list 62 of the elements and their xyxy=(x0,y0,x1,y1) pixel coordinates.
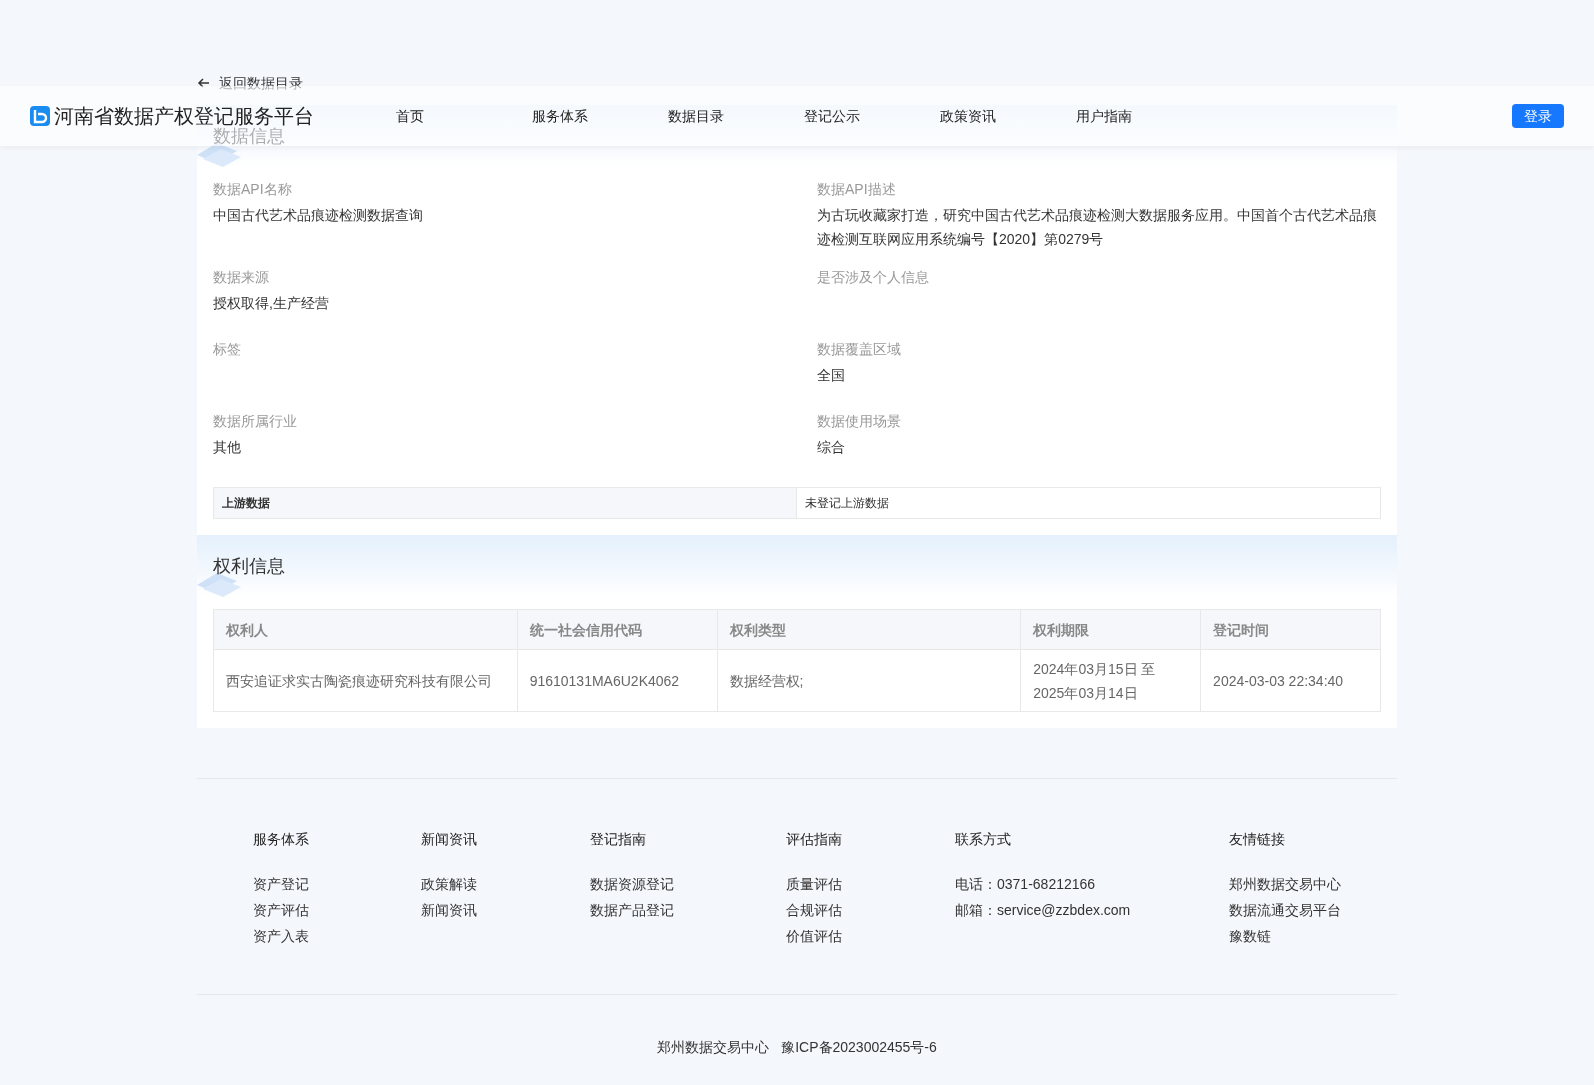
footer-link[interactable]: 资产评估 xyxy=(253,897,309,923)
column-header: 登记时间 xyxy=(1200,609,1381,650)
field-label: 是否涉及个人信息 xyxy=(817,268,929,287)
nav-link[interactable]: 服务体系 xyxy=(532,108,588,124)
footer-link[interactable]: 数据流通交易平台 xyxy=(1229,897,1341,923)
table-cell: 2024年03月15日 至 2025年03月14日 xyxy=(1020,649,1201,712)
field-value: 全国 xyxy=(817,366,845,385)
footer-link[interactable]: 政策解读 xyxy=(421,871,477,897)
footer-link[interactable]: 数据产品登记 xyxy=(590,897,674,923)
footer-link[interactable]: 邮箱：service@zzbdex.com xyxy=(955,897,1131,923)
field-label: 数据使用场景 xyxy=(817,412,901,431)
copyright-text: 郑州数据交易中心 xyxy=(657,1038,770,1057)
footer-link[interactable]: 电话：0371-68212166 xyxy=(955,871,1096,897)
back-link[interactable]: 返回数据目录 xyxy=(197,72,303,94)
footer-link[interactable]: 质量评估 xyxy=(786,871,842,897)
column-header: 统一社会信用代码 xyxy=(517,609,718,650)
nav-link[interactable]: 登记公示 xyxy=(804,108,860,124)
section-title: 数据信息 xyxy=(213,126,285,148)
nav-link[interactable]: 政策资讯 xyxy=(940,108,996,124)
logo-icon xyxy=(30,106,50,126)
footer-heading: 友情链接 xyxy=(1229,830,1285,849)
nav-link[interactable]: 首页 xyxy=(396,108,424,124)
footer-link[interactable]: 价值评估 xyxy=(786,923,842,949)
footer-link[interactable]: 合规评估 xyxy=(786,897,842,923)
footer-heading: 服务体系 xyxy=(253,830,309,849)
nav-link[interactable]: 数据目录 xyxy=(668,108,724,124)
footer-heading: 新闻资讯 xyxy=(421,830,477,849)
footer-link[interactable]: 资产入表 xyxy=(253,923,309,949)
field-label: 数据所属行业 xyxy=(213,412,297,431)
table-cell: 西安追证求实古陶瓷痕迹研究科技有限公司 xyxy=(213,649,518,712)
footer-heading: 登记指南 xyxy=(590,830,646,849)
table-cell: 91610131MA6U2K4062 xyxy=(517,649,718,712)
nav-link[interactable]: 用户指南 xyxy=(1076,108,1132,124)
field-value: 授权取得,生产经营 xyxy=(213,294,329,313)
login-button[interactable]: 登录 xyxy=(1512,104,1564,128)
back-arrow-icon xyxy=(197,76,211,90)
section-title: 权利信息 xyxy=(213,555,285,578)
field-label: 数据来源 xyxy=(213,268,269,287)
platform-title: 河南省数据产权登记服务平台 xyxy=(54,104,314,127)
copyright-text: 豫ICP备2023002455号-6 xyxy=(781,1038,937,1057)
field-value: 其他 xyxy=(213,438,241,457)
footer-heading: 评估指南 xyxy=(786,830,842,849)
field-label: 数据覆盖区域 xyxy=(817,340,901,359)
field-label: 数据API名称 xyxy=(213,180,292,199)
field-label: 标签 xyxy=(213,340,241,359)
field-value: 综合 xyxy=(817,438,845,457)
column-header: 权利人 xyxy=(213,609,518,650)
table-cell: 2024-03-03 22:34:40 xyxy=(1200,649,1381,712)
table-cell: 数据经营权; xyxy=(717,649,1021,712)
footer-link[interactable]: 郑州数据交易中心 xyxy=(1229,871,1341,897)
column-header: 权利类型 xyxy=(717,609,1021,650)
field-value: 为古玩收藏家打造，研究中国古代艺术品痕迹检测大数据服务应用。中国首个古代艺术品痕迹检测互联网应用系统编号【2020】第0279号 xyxy=(817,206,1378,249)
field-value: 中国古代艺术品痕迹检测数据查询 xyxy=(213,206,423,225)
table-header-cell: 上游数据 xyxy=(214,488,797,518)
footer-link[interactable]: 新闻资讯 xyxy=(421,897,477,923)
table-cell-text: 未登记上游数据 xyxy=(804,495,890,512)
footer-link[interactable]: 资产登记 xyxy=(253,871,309,897)
footer-heading: 联系方式 xyxy=(955,830,1011,849)
footer-link[interactable]: 数据资源登记 xyxy=(590,871,674,897)
field-label: 数据API描述 xyxy=(817,180,896,199)
footer-link[interactable]: 豫数链 xyxy=(1229,923,1271,949)
column-header: 权利期限 xyxy=(1020,609,1201,650)
